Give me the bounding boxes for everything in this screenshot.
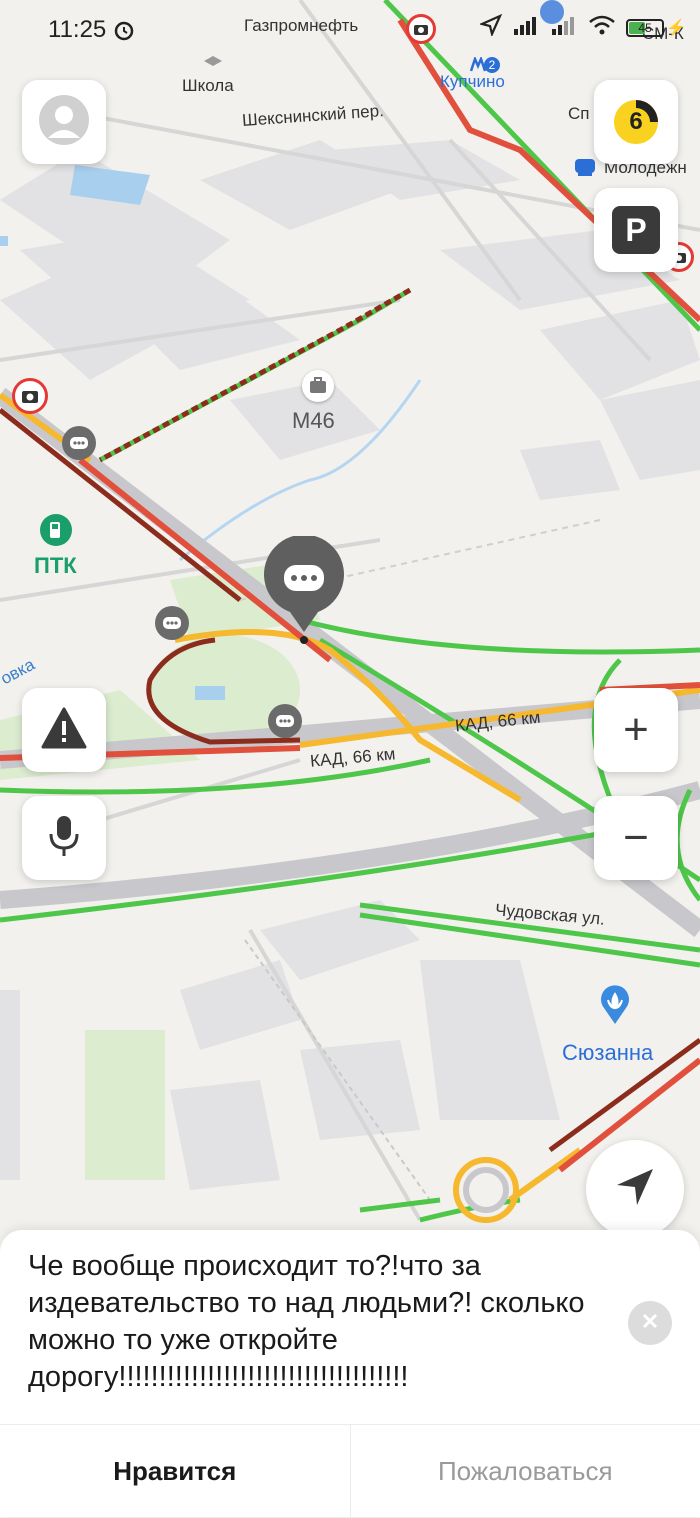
briefcase-icon[interactable]	[302, 370, 334, 402]
traffic-score-icon: 6	[612, 98, 660, 146]
battery-level: 45	[628, 21, 662, 35]
parking-icon: P	[612, 206, 660, 254]
beauty-salon-icon[interactable]	[598, 984, 632, 1024]
voice-button[interactable]	[22, 796, 106, 880]
wifi-icon	[588, 14, 616, 41]
map-label-school[interactable]: Школа	[182, 76, 234, 96]
report-button[interactable]: Пожаловаться	[351, 1425, 700, 1518]
status-bar: 11:25 45 ⚡	[0, 0, 700, 62]
zoom-in-button[interactable]: +	[594, 688, 678, 772]
microphone-icon	[47, 814, 81, 863]
comment-text: Че вообще происходит то?!что за издевате…	[28, 1248, 598, 1396]
gas-station-icon[interactable]	[40, 514, 72, 546]
signal-icon-2	[550, 15, 578, 40]
alarm-icon	[112, 18, 136, 47]
status-icons: 45 ⚡	[480, 14, 686, 41]
map-label-suzanna[interactable]: Сюзанна	[562, 1040, 653, 1066]
avatar-icon	[38, 94, 90, 151]
metro-station-icon[interactable]	[574, 156, 596, 178]
chat-marker-icon[interactable]	[155, 606, 189, 640]
warning-icon	[41, 707, 87, 754]
map-label-kupchino[interactable]: Купчино	[440, 72, 505, 92]
report-incident-button[interactable]	[22, 688, 106, 772]
map-label-ptk[interactable]: ПТК	[34, 553, 77, 579]
parking-button[interactable]: P	[594, 188, 678, 272]
comment-sheet: Че вообще происходит то?!что за издевате…	[0, 1230, 700, 1517]
navigation-arrow-icon	[613, 1165, 657, 1214]
traffic-button[interactable]: 6	[594, 80, 678, 164]
close-button[interactable]	[628, 1301, 672, 1345]
camera-icon[interactable]	[12, 378, 48, 414]
traffic-level: 6	[612, 98, 660, 146]
map-label-sportivnaya[interactable]: Сп	[568, 104, 589, 124]
battery-icon: 45 ⚡	[626, 18, 686, 38]
map-canvas[interactable]: Газпромнефть Школа Купчино Шекснинский п…	[0, 0, 700, 1235]
profile-button[interactable]	[22, 80, 106, 164]
close-icon	[641, 1312, 659, 1335]
map-label-m46[interactable]: М46	[292, 408, 335, 434]
chat-marker-icon[interactable]	[62, 426, 96, 460]
signal-icon	[512, 15, 540, 40]
comment-actions: Нравится Пожаловаться	[0, 1424, 700, 1518]
selected-chat-marker-icon[interactable]	[262, 536, 346, 646]
locate-me-button[interactable]	[586, 1140, 684, 1238]
chat-marker-icon[interactable]	[268, 704, 302, 738]
zoom-out-button[interactable]: −	[594, 796, 678, 880]
location-icon	[480, 14, 502, 41]
status-time: 11:25	[48, 16, 106, 44]
like-button[interactable]: Нравится	[0, 1425, 351, 1518]
